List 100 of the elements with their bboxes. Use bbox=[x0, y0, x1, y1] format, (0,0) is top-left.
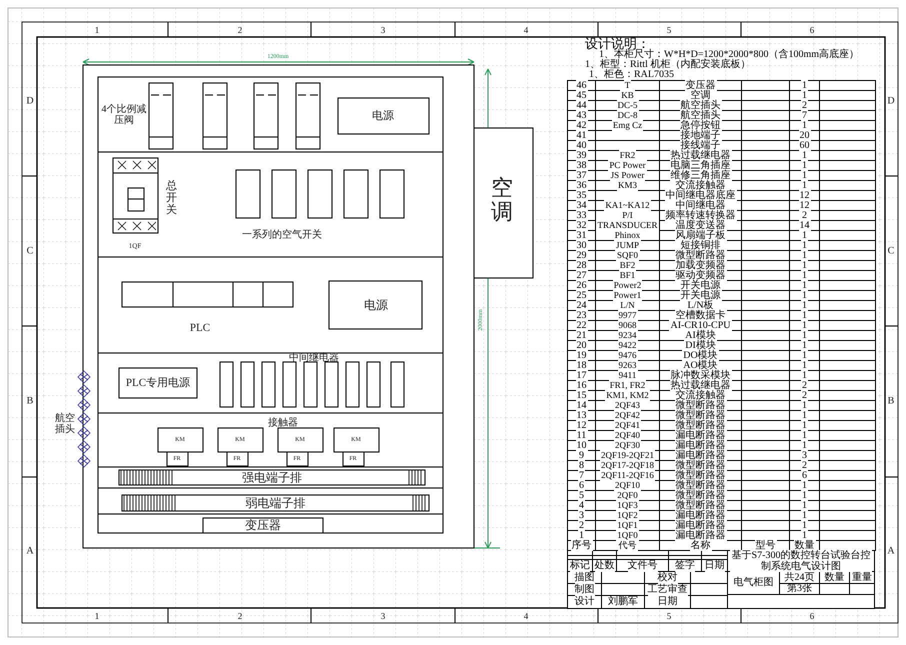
contactor bbox=[334, 428, 380, 452]
table-cell: 1QF1 bbox=[616, 520, 639, 531]
table-cell: 6 bbox=[578, 480, 585, 491]
relay bbox=[324, 362, 338, 408]
table-cell: 28 bbox=[576, 260, 588, 271]
row-letter: A bbox=[26, 546, 34, 556]
table-cell: 1 bbox=[801, 250, 808, 261]
table-cell: 2 bbox=[801, 380, 808, 391]
note-line: 1、柜型：Rittl 机柜（内配安装底板） bbox=[585, 60, 750, 70]
table-cell: 微型断路器 bbox=[674, 480, 726, 491]
table-cell: 20 bbox=[576, 340, 588, 351]
table-cell: 9068 bbox=[618, 320, 638, 331]
table-cell: 航空插头 bbox=[680, 100, 722, 111]
relay bbox=[304, 362, 318, 408]
table-cell: 频率转速转换器 bbox=[664, 210, 736, 221]
table-cell: KM3 bbox=[616, 180, 638, 191]
aviation-plugs-label: 航空插头 bbox=[55, 413, 75, 435]
table-cell: 11 bbox=[576, 430, 588, 441]
circuit-breaker bbox=[272, 170, 296, 218]
table-cell: 航空插头 bbox=[680, 110, 722, 121]
table-cell: 中间继电器底座 bbox=[664, 190, 736, 201]
table-cell: T bbox=[624, 80, 632, 91]
table-cell: Emg Cz bbox=[612, 120, 644, 131]
strong-terminals-label: 强电端子排 bbox=[242, 470, 302, 484]
table-cell: 微型断路器 bbox=[674, 400, 726, 411]
table-cell: 21 bbox=[576, 330, 588, 341]
table-cell: 漏电断路器 bbox=[674, 440, 726, 451]
column-number: 4 bbox=[524, 25, 528, 35]
table-cell: 微型断路器 bbox=[674, 250, 726, 261]
table-cell: 17 bbox=[576, 370, 588, 381]
table-cell: 3 bbox=[801, 450, 808, 461]
air-switches-label: 一系列的空气开关 bbox=[242, 230, 322, 240]
table-cell: 接地端子 bbox=[680, 130, 722, 141]
table-cell: 1 bbox=[578, 530, 585, 541]
table-cell: 2QF17-2QF18 bbox=[600, 460, 655, 471]
column-number: 3 bbox=[380, 25, 386, 35]
table-cell: 空槽数据卡 bbox=[674, 310, 726, 321]
table-cell: 空调 bbox=[690, 90, 712, 101]
table-cell: 32 bbox=[576, 220, 588, 231]
table-cell: 变压器 bbox=[684, 80, 716, 91]
row-letter: C bbox=[888, 246, 894, 256]
column-number: 5 bbox=[666, 25, 672, 35]
column-number: 3 bbox=[380, 611, 386, 621]
page-count: 共24页 bbox=[784, 572, 814, 582]
table-cell: 1QF0 bbox=[616, 530, 639, 541]
power-supply-label: 电源 bbox=[372, 110, 394, 122]
table-cell: 22 bbox=[576, 320, 588, 331]
table-cell: 微型断路器 bbox=[674, 500, 726, 511]
table-cell: 漏电断路器 bbox=[674, 450, 726, 461]
table-cell: 38 bbox=[576, 160, 588, 171]
table-cell: 交流接触器 bbox=[674, 390, 726, 401]
table-cell: 漏电断路器 bbox=[674, 520, 726, 531]
table-cell: 39 bbox=[576, 150, 588, 161]
table-cell: DO模块 bbox=[682, 350, 719, 361]
title-block-label: 制图 bbox=[574, 584, 594, 596]
table-cell: BF2 bbox=[618, 260, 636, 271]
table-cell: 开关电源 bbox=[680, 290, 722, 301]
table-cell: 41 bbox=[576, 130, 588, 141]
table-cell: 2 bbox=[578, 520, 585, 531]
table-cell: 2QF10 bbox=[614, 480, 641, 491]
note-line: 1、柜色：RAL7035 bbox=[588, 70, 674, 80]
quantity-label: 数量 bbox=[824, 572, 844, 582]
table-cell: KB bbox=[620, 90, 635, 101]
table-cell: SQF0 bbox=[616, 250, 639, 261]
relay bbox=[366, 362, 380, 408]
table-cell: 44 bbox=[576, 100, 588, 111]
table-cell: 2 bbox=[801, 100, 808, 111]
table-cell: 12 bbox=[798, 200, 810, 211]
contactor bbox=[158, 428, 204, 452]
table-cell: 风扇端子板 bbox=[674, 230, 726, 241]
table-cell: 34 bbox=[576, 200, 588, 211]
table-cell: 1QF3 bbox=[616, 500, 639, 511]
table-cell: 1 bbox=[801, 260, 808, 271]
column-header: 名称 bbox=[690, 540, 712, 551]
table-cell: Power1 bbox=[612, 290, 642, 301]
table-cell: 1 bbox=[801, 90, 808, 101]
table-cell: 开关电源 bbox=[680, 280, 722, 291]
table-cell: 6 bbox=[801, 470, 808, 481]
table-cell: 1QF2 bbox=[616, 510, 639, 521]
table-cell: 电脑三角插座 bbox=[670, 160, 732, 171]
table-cell: 9977 bbox=[618, 310, 638, 321]
table-cell: 46 bbox=[576, 80, 588, 91]
row-letter: B bbox=[888, 396, 894, 406]
table-cell: 29 bbox=[576, 250, 588, 261]
table-cell: 9476 bbox=[618, 350, 638, 361]
table-cell: 漏电断路器 bbox=[674, 510, 726, 521]
column-header: 数量 bbox=[794, 540, 816, 551]
note-line: 1、本柜尺寸：W*H*D=1200*2000*800（含100mm高底座） bbox=[599, 50, 860, 60]
table-cell: 30 bbox=[576, 240, 588, 251]
title-block-label: 处数 bbox=[594, 560, 614, 572]
table-cell: 2QF11-2QF16 bbox=[600, 470, 655, 481]
table-cell: 37 bbox=[576, 170, 588, 181]
table-cell: 1 bbox=[801, 340, 808, 351]
table-cell: 热过载继电器 bbox=[670, 150, 732, 161]
drawing-title: 基于S7-300的数控转台试验台控制系统电气设计图 bbox=[730, 550, 872, 572]
table-cell: L/N板 bbox=[686, 300, 715, 311]
table-cell: 1 bbox=[801, 500, 808, 511]
table-cell: DC-5 bbox=[616, 100, 638, 111]
circuit-breaker bbox=[344, 170, 368, 218]
weight-label: 重量 bbox=[852, 572, 872, 582]
